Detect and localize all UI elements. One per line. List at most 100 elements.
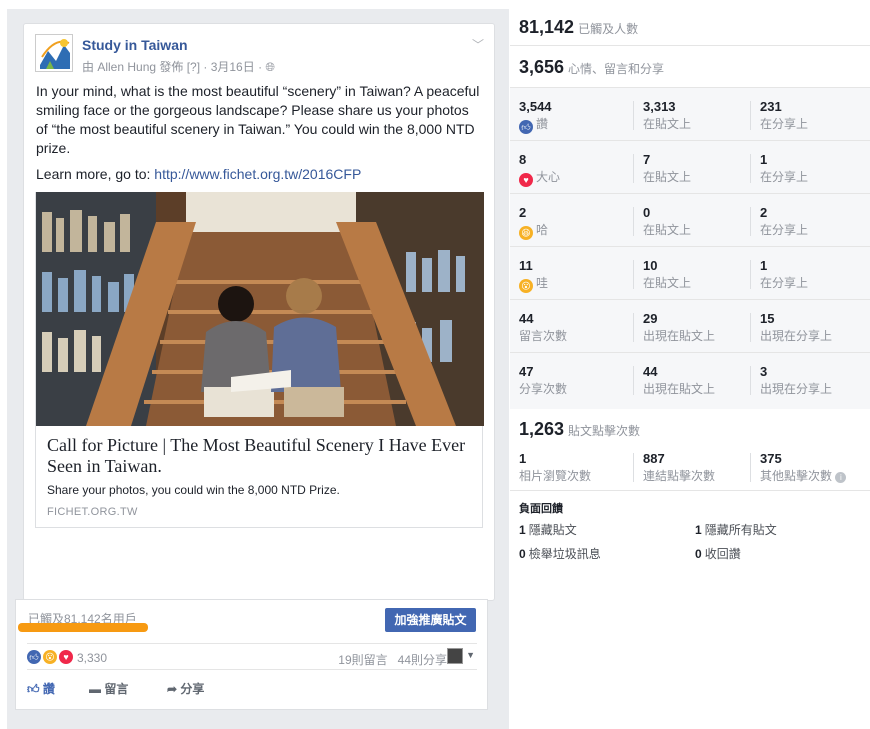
stats-cell-total: 2 😆︎ 哈 [519, 205, 548, 240]
link-title[interactable]: Call for Picture | The Most Beautiful Sc… [47, 435, 471, 477]
stats-cell-share: 1 在分享上 [760, 258, 808, 291]
link-preview-image[interactable] [36, 192, 484, 426]
stat-value: 1 [519, 451, 527, 466]
stats-cell-post: 7 在貼文上 [643, 152, 691, 185]
stat-label: 在貼文上 [643, 170, 692, 184]
reach-number: 81,142 [519, 17, 575, 37]
wow-reaction-icon[interactable]: 😮︎ [43, 650, 57, 664]
post-link[interactable]: http://www.fichet.org.tw/2016CFP [154, 166, 361, 182]
reach-bar: 已觸及81,142名用戶 加強推廣貼文 [15, 599, 488, 644]
neg-value: 0 [519, 547, 526, 561]
divider [633, 101, 634, 130]
engagement-summary-line: 3,656 心情、留言和分享 [519, 57, 664, 78]
stats-row-like: 3,544 👍︎ 讚 3,313 在貼文上 231 在分享上 [510, 88, 870, 141]
stat-value: 15 [760, 311, 775, 326]
stat-value: 29 [643, 311, 658, 326]
stats-cell-total: 11 😮︎ 哇 [519, 258, 548, 293]
stat-label: 留言次數 [519, 329, 568, 343]
stat-value: 44 [643, 364, 658, 379]
stat-value: 231 [760, 99, 782, 114]
post-meta-text[interactable]: 由 Allen Hung 發佈 [?] · 3月16日 · [82, 60, 265, 74]
stat-label-line: 😆︎ 哈 [519, 221, 548, 240]
stat-label: 在分享上 [760, 276, 809, 290]
stat-label: 讚 [536, 117, 549, 131]
stat-label: 在分享上 [760, 117, 809, 131]
share-count[interactable]: 44則分享 [398, 653, 447, 667]
clicks-label: 貼文點擊次數 [568, 424, 641, 438]
stats-row-shares: 47 分享次數 44 出現在貼文上 3 出現在分享上 [510, 353, 870, 406]
caret-down-icon[interactable]: ▼ [466, 650, 475, 660]
post-paragraph-link-line: Learn more, go to: http://www.fichet.org… [36, 165, 482, 184]
other-clicks: 375 其他點擊次數 i [760, 451, 847, 484]
stats-cell-total: 8 ♥ 大心 [519, 152, 560, 187]
page-avatar[interactable] [35, 34, 73, 72]
link-preview-body: Call for Picture | The Most Beautiful Sc… [36, 426, 482, 527]
like-button[interactable]: 👍︎ 讚 [27, 680, 55, 697]
stat-label: 連結點擊次數 [643, 469, 716, 483]
comment-count[interactable]: 19則留言 [338, 653, 387, 667]
neg-label: 隱藏貼文 [528, 523, 577, 537]
stat-label: 在分享上 [760, 223, 809, 237]
stat-label: 大心 [536, 170, 561, 184]
haha-icon: 😆︎ [519, 226, 533, 240]
stat-value: 3 [760, 364, 768, 379]
reaction-count[interactable]: 3,330 [77, 651, 107, 665]
stat-value: 375 [760, 451, 782, 466]
boost-post-button[interactable]: 加強推廣貼文 [385, 608, 476, 632]
divider [633, 453, 634, 482]
stat-value: 47 [519, 364, 534, 379]
info-icon[interactable]: i [835, 472, 847, 483]
stats-cell-share: 231 在分享上 [760, 99, 808, 132]
stats-row-love: 8 ♥ 大心 7 在貼文上 1 在分享上 [510, 141, 870, 194]
like-reaction-icon[interactable]: 👍︎ [27, 650, 41, 664]
globe-icon[interactable]: 🌐︎ [265, 60, 275, 74]
stat-value: 0 [643, 205, 651, 220]
neg-label: 收回讚 [704, 547, 741, 561]
stats-row-haha: 2 😆︎ 哈 0 在貼文上 2 在分享上 [510, 194, 870, 247]
reach-label: 已觸及人數 [578, 22, 639, 36]
post-text: In your mind, what is the most beautiful… [24, 82, 494, 184]
stat-label: 相片瀏覽次數 [519, 469, 592, 483]
chevron-down-icon[interactable]: ﹀ [472, 36, 484, 53]
love-reaction-icon[interactable]: ♥ [59, 650, 73, 664]
neg-report-spam: 0 檢舉垃圾訊息 [519, 545, 601, 562]
stat-label-line: 其他點擊次數 i [760, 467, 847, 484]
clicks-summary: 1,263 貼文點擊次數 [519, 419, 640, 440]
stat-value: 10 [643, 258, 658, 273]
stat-value: 3,313 [643, 99, 676, 114]
stats-row-wow: 11 😮︎ 哇 10 在貼文上 1 在分享上 [510, 247, 870, 300]
page-name[interactable]: Study in Taiwan [82, 37, 188, 53]
stats-cell-post: 3,313 在貼文上 [643, 99, 691, 132]
avatar[interactable] [447, 648, 463, 664]
share-button[interactable]: ➦ 分享 [167, 680, 204, 697]
like-icon: 👍︎ [519, 120, 533, 134]
neg-value: 1 [519, 523, 526, 537]
share-label: 分享 [180, 682, 205, 696]
link-description: Share your photos, you could win the 8,0… [47, 483, 340, 497]
comment-button[interactable]: ▬ 留言 [89, 680, 128, 697]
stat-value: 3,544 [519, 99, 552, 114]
link-preview-card[interactable]: Call for Picture | The Most Beautiful Sc… [35, 192, 484, 528]
reach-summary: 81,142 已觸及人數 [510, 9, 870, 46]
stats-cell-post: 10 在貼文上 [643, 258, 691, 291]
card-spacer [24, 528, 494, 600]
comments-shares: 19則留言 44則分享 [338, 651, 447, 668]
neg-label: 隱藏所有貼文 [704, 523, 777, 537]
highlight-underline [18, 623, 148, 632]
neg-value: 0 [695, 547, 702, 561]
stats-cell-total: 47 分享次數 [519, 364, 567, 397]
clicks-number: 1,263 [519, 419, 565, 439]
stat-value: 44 [519, 311, 534, 326]
stat-value: 8 [519, 152, 527, 167]
divider [750, 313, 751, 342]
stats-table: 3,544 👍︎ 讚 3,313 在貼文上 231 在分享上 8 ♥ 大心 7 在貼文上 1在… [510, 88, 870, 409]
stat-value: 11 [519, 258, 533, 273]
stat-label: 分享次數 [519, 382, 568, 396]
divider [633, 313, 634, 342]
reach-summary-line: 81,142 已觸及人數 [519, 17, 638, 38]
divider [750, 453, 751, 482]
stats-cell-share: 15 出現在分享上 [760, 311, 832, 344]
divider [633, 366, 634, 395]
stat-value: 1 [760, 258, 768, 273]
post-footer: 👍︎ 😮︎ ♥ 3,330 19則留言 44則分享 ▼ 👍︎ 讚 ▬ 留言 ➦ … [15, 643, 488, 710]
